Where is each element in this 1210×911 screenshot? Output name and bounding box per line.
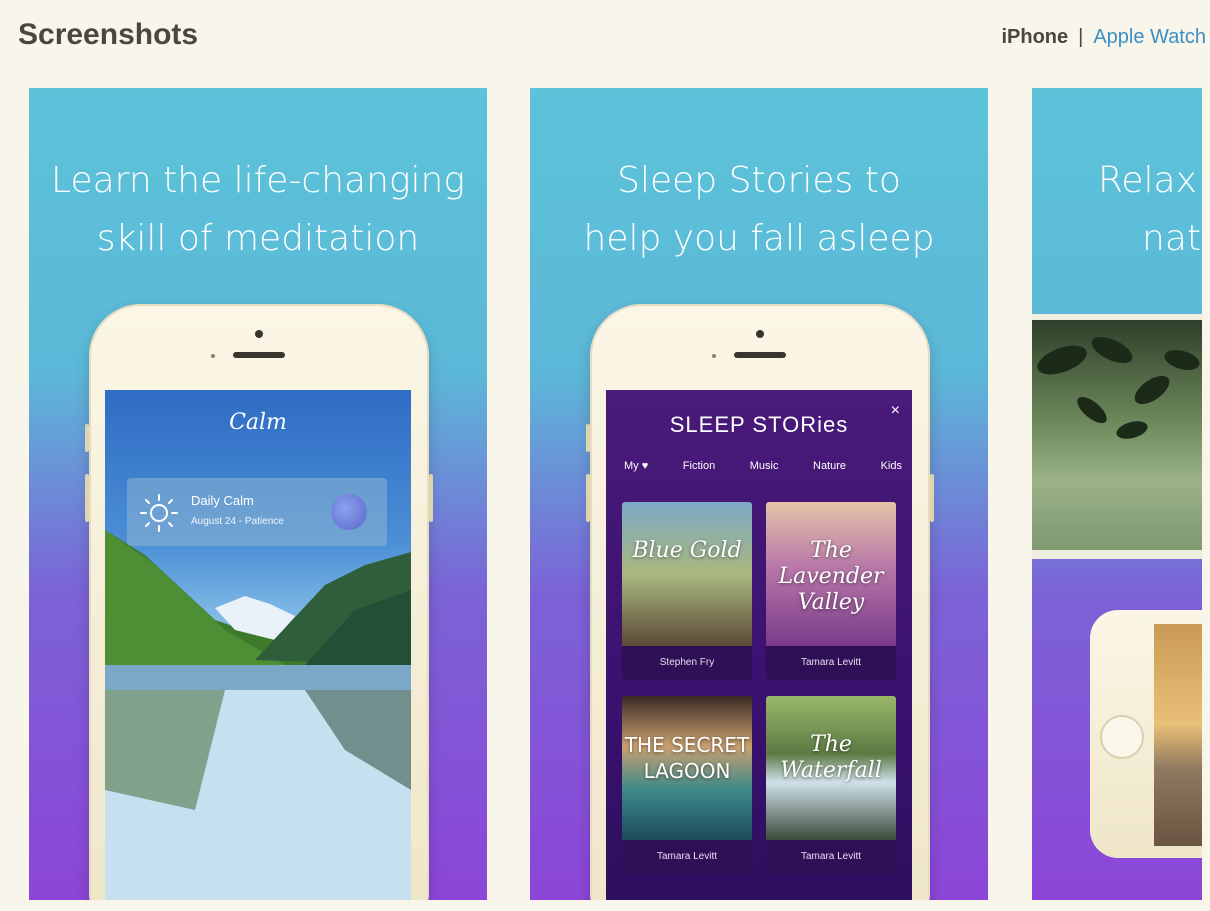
power-button	[429, 474, 433, 522]
phone-screen: Calm Daily Calm August 24 - Patience	[105, 390, 411, 900]
sensor-dot	[211, 354, 215, 358]
screenshot-1[interactable]: Learn the life-changing skill of meditat…	[29, 88, 487, 900]
caption-line: Sleep Stories to	[617, 160, 901, 201]
tab-iphone[interactable]: iPhone	[1001, 26, 1068, 49]
tab-fiction[interactable]: Fiction	[683, 460, 715, 472]
play-button[interactable]	[331, 494, 367, 530]
home-button	[1100, 715, 1144, 759]
sun-icon	[140, 494, 178, 532]
camera-icon	[756, 330, 764, 338]
tab-separator: |	[1078, 26, 1084, 48]
story-author: Tamara Levitt	[656, 851, 718, 862]
side-button	[586, 424, 590, 452]
iphone-mockup: SLEEP STORies × My ♥ Fiction Music Natur…	[586, 304, 934, 900]
caption-line: skill of meditation	[96, 218, 420, 259]
iphone-mockup-landscape	[1090, 610, 1202, 858]
camera-icon	[255, 330, 263, 338]
tab-music[interactable]: Music	[750, 460, 779, 472]
screenshot-2[interactable]: Sleep Stories to help you fall asleep SL…	[530, 88, 988, 900]
story-author: Stephen Fry	[659, 657, 715, 668]
device-tabs: iPhone | Apple Watch	[1001, 26, 1206, 49]
story-tile[interactable]: THE SECRET LAGOON Tamara Levitt	[622, 696, 752, 874]
daily-calm-title: Daily Calm	[191, 493, 254, 508]
story-artwork	[622, 502, 752, 646]
screenshot-caption: Relax w natu	[1098, 152, 1202, 268]
leaves-image	[1037, 337, 1200, 439]
phone-screen	[1154, 624, 1202, 846]
category-tabs: My ♥ Fiction Music Nature Kids	[624, 460, 902, 472]
daily-calm-card[interactable]: Daily Calm August 24 - Patience	[127, 478, 387, 546]
volume-button	[85, 474, 89, 522]
nature-photo	[1032, 320, 1202, 550]
speaker-grille	[734, 352, 786, 358]
story-title: The Lavender Valley	[778, 538, 884, 615]
sleep-stories-title: SLEEP STORies	[669, 412, 849, 437]
power-button	[930, 474, 934, 522]
mountain-landscape	[105, 530, 411, 810]
iphone-mockup: Calm Daily Calm August 24 - Patience	[85, 304, 433, 900]
caption-line: Learn the life-changing	[51, 160, 465, 201]
story-tile[interactable]: The Waterfall Tamara Levitt	[766, 696, 896, 874]
volume-button	[586, 474, 590, 522]
phone-screen: SLEEP STORies × My ♥ Fiction Music Natur…	[606, 390, 912, 900]
page-title: Screenshots	[18, 18, 199, 51]
story-title: The Waterfall	[780, 732, 882, 783]
screenshot-caption: Learn the life-changing skill of meditat…	[29, 152, 487, 268]
story-title: THE SECRET LAGOON	[624, 733, 750, 783]
story-tile[interactable]: Blue Gold Stephen Fry	[622, 502, 752, 680]
tab-apple-watch[interactable]: Apple Watch	[1093, 26, 1206, 49]
story-tile[interactable]: The Lavender Valley Tamara Levitt	[766, 502, 896, 680]
side-button	[85, 424, 89, 452]
caption-line: help you fall asleep	[583, 218, 935, 259]
story-title: Blue Gold	[632, 538, 742, 563]
caption-line: natu	[1142, 218, 1202, 259]
story-author: Tamara Levitt	[800, 851, 862, 862]
daily-calm-subtitle: August 24 - Patience	[191, 516, 284, 527]
divider	[1032, 550, 1202, 559]
tab-my-favorites[interactable]: My ♥	[624, 460, 648, 472]
speaker-grille	[233, 352, 285, 358]
screenshot-caption: Sleep Stories to help you fall asleep	[530, 152, 988, 268]
tab-kids[interactable]: Kids	[881, 460, 902, 472]
screenshot-3[interactable]: Relax w natu	[1032, 88, 1202, 900]
calm-logo: Calm	[229, 410, 287, 435]
story-author: Tamara Levitt	[800, 657, 862, 668]
close-icon[interactable]: ×	[891, 402, 900, 420]
caption-line: Relax w	[1098, 160, 1202, 201]
tab-nature[interactable]: Nature	[813, 460, 846, 472]
sensor-dot	[712, 354, 716, 358]
